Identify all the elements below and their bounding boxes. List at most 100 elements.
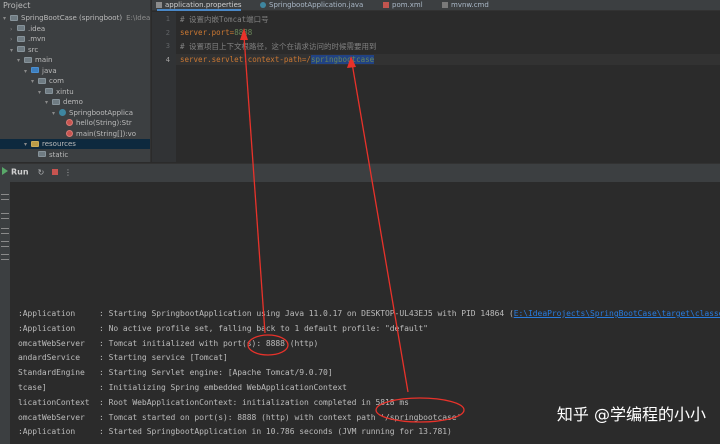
- log-message: : Starting SpringbootApplication using J…: [99, 309, 514, 318]
- expand-arrow-icon[interactable]: ▾: [31, 77, 38, 86]
- tree-item[interactable]: › .idea: [0, 24, 150, 34]
- tree-item-label: SpringBootCase (springboot): [21, 14, 123, 22]
- tree-item-label: main: [35, 56, 53, 64]
- folder-icon: [52, 98, 60, 105]
- tree-item[interactable]: ▾ xintu: [0, 87, 150, 97]
- log-message: : Started SpringbootApplication in 10.78…: [99, 427, 452, 437]
- rerun-icon[interactable]: ↻: [36, 168, 46, 178]
- line-number: 1: [165, 15, 170, 23]
- log-line: tcase] : Initializing Spring embedded We…: [18, 383, 347, 392]
- log-source: licationContext: [18, 397, 100, 407]
- log-message: : Starting service [Tomcat]: [99, 353, 228, 363]
- log-source: :Application: [18, 323, 100, 333]
- properties-file-icon: [156, 1, 162, 8]
- log-source: tcase]: [18, 383, 100, 392]
- folder-icon: [38, 77, 46, 84]
- log-line: omcatWebServer : Tomcat started on port(…: [18, 413, 461, 422]
- property-value: 8888: [234, 28, 253, 37]
- tree-item[interactable]: ▾ demo: [0, 97, 150, 107]
- log-line: :Application : No active profile set, fa…: [18, 324, 428, 333]
- tree-item-label: src: [28, 45, 39, 54]
- log-source: StandardEngine: [18, 368, 100, 378]
- folder-icon: [31, 67, 39, 73]
- tree-item-label: SpringbootApplica: [69, 108, 134, 117]
- method-icon: [66, 129, 73, 137]
- folder-icon: [38, 151, 46, 157]
- tab-mvnw-cmd[interactable]: mvnw.cmd: [442, 0, 489, 11]
- tree-item-label: static: [49, 150, 69, 159]
- code-line-3: # 设置项目上下文根路径，这个在请求访问的时候需要用到: [180, 42, 377, 51]
- active-tab-indicator: [157, 9, 241, 11]
- print-icon[interactable]: [1, 254, 9, 260]
- folder-icon: [31, 140, 39, 147]
- folder-icon: [17, 25, 25, 31]
- property-value: springbootcase: [310, 55, 375, 64]
- expand-arrow-icon[interactable]: ▾: [52, 109, 59, 118]
- tree-item[interactable]: ▾ com: [0, 76, 150, 86]
- zhihu-watermark: 知乎 @学编程的小小: [556, 405, 706, 424]
- expand-arrow-icon[interactable]: ▾: [17, 56, 24, 65]
- log-source: andardService: [18, 353, 100, 363]
- tree-item[interactable]: ▾ main: [0, 55, 150, 65]
- expand-arrow-icon[interactable]: ▾: [45, 98, 52, 107]
- project-path: E:\IdeaP: [126, 14, 151, 22]
- folder-icon: [17, 35, 25, 42]
- property-key: server.servlet.context-path: [180, 55, 302, 64]
- tree-item-label: demo: [63, 98, 83, 106]
- tree-item[interactable]: ▾ SpringbootApplica: [0, 108, 150, 118]
- cmd-file-icon: [442, 1, 448, 8]
- scroll-end-icon[interactable]: [1, 241, 9, 247]
- expand-arrow-icon[interactable]: ▾: [24, 67, 31, 76]
- tree-item[interactable]: main(String[]):vo: [0, 129, 150, 139]
- scroll-up-icon[interactable]: [1, 194, 9, 200]
- log-line: omcatWebServer : Tomcat initialized with…: [18, 339, 318, 348]
- tree-item[interactable]: ▾ SpringBootCase (springboot)E:\IdeaP: [0, 13, 151, 23]
- java-class-icon: [59, 108, 66, 116]
- run-tab[interactable]: Run: [2, 167, 29, 177]
- tree-item-label: xintu: [56, 87, 74, 96]
- log-source: :Application: [18, 427, 100, 437]
- tree-item-label: .idea: [28, 24, 46, 33]
- tree-item-label: resources: [42, 140, 76, 148]
- line-number-gutter: 1 2 3 4: [152, 12, 176, 162]
- log-line: licationContext : Root WebApplicationCon…: [18, 398, 409, 407]
- folder-icon: [24, 56, 32, 63]
- tree-item[interactable]: static: [0, 150, 150, 160]
- log-message: : No active profile set, falling back to…: [99, 323, 428, 333]
- stop-icon[interactable]: [50, 168, 60, 178]
- classpath-link[interactable]: E:\IdeaProjects\SpringBootCase\target\cl…: [514, 309, 720, 318]
- tree-item[interactable]: ▾ resources: [0, 139, 150, 149]
- tab-pom-xml[interactable]: pom.xml: [383, 0, 423, 11]
- tree-item[interactable]: ▾ src: [0, 45, 150, 55]
- log-source: omcatWebServer: [18, 338, 100, 348]
- tree-item[interactable]: › .mvn: [0, 34, 150, 44]
- more-icon[interactable]: ⋮: [63, 168, 73, 178]
- expand-arrow-icon[interactable]: ▾: [24, 140, 31, 149]
- tree-item-label: .mvn: [28, 35, 46, 43]
- expand-arrow-icon[interactable]: ›: [10, 25, 17, 34]
- code-editor[interactable]: 1 2 3 4 # 设置内嵌Tomcat端口号 server.port=8888…: [152, 12, 720, 162]
- line-number: 4: [165, 56, 170, 64]
- tree-item-label: com: [49, 77, 64, 85]
- line-number: 2: [165, 29, 170, 37]
- log-line: :Application : Starting SpringbootApplic…: [18, 309, 720, 318]
- folder-icon: [45, 88, 53, 94]
- scroll-down-icon[interactable]: [1, 213, 9, 219]
- soft-wrap-icon[interactable]: [1, 228, 9, 234]
- tab-springboot-application-java[interactable]: SpringbootApplication.java: [260, 0, 363, 11]
- tree-item-label: hello(String):Str: [76, 119, 132, 127]
- log-message: : Root WebApplicationContext: initializa…: [99, 397, 409, 407]
- expand-arrow-icon[interactable]: ▾: [3, 14, 10, 23]
- log-message: : Tomcat initialized with port(s): 8888 …: [99, 338, 319, 348]
- log-source: omcatWebServer: [18, 412, 100, 422]
- tree-item[interactable]: hello(String):Str: [0, 118, 150, 128]
- expand-arrow-icon[interactable]: ›: [10, 35, 17, 44]
- maven-file-icon: [383, 1, 389, 8]
- project-panel-title[interactable]: Project: [0, 0, 150, 12]
- run-icon: [2, 167, 8, 175]
- expand-arrow-icon[interactable]: ▾: [10, 46, 17, 55]
- expand-arrow-icon[interactable]: ▾: [38, 88, 45, 97]
- log-source: :Application: [18, 309, 100, 318]
- code-line-2: server.port=8888: [180, 28, 253, 37]
- tree-item[interactable]: ▾ java: [0, 66, 150, 76]
